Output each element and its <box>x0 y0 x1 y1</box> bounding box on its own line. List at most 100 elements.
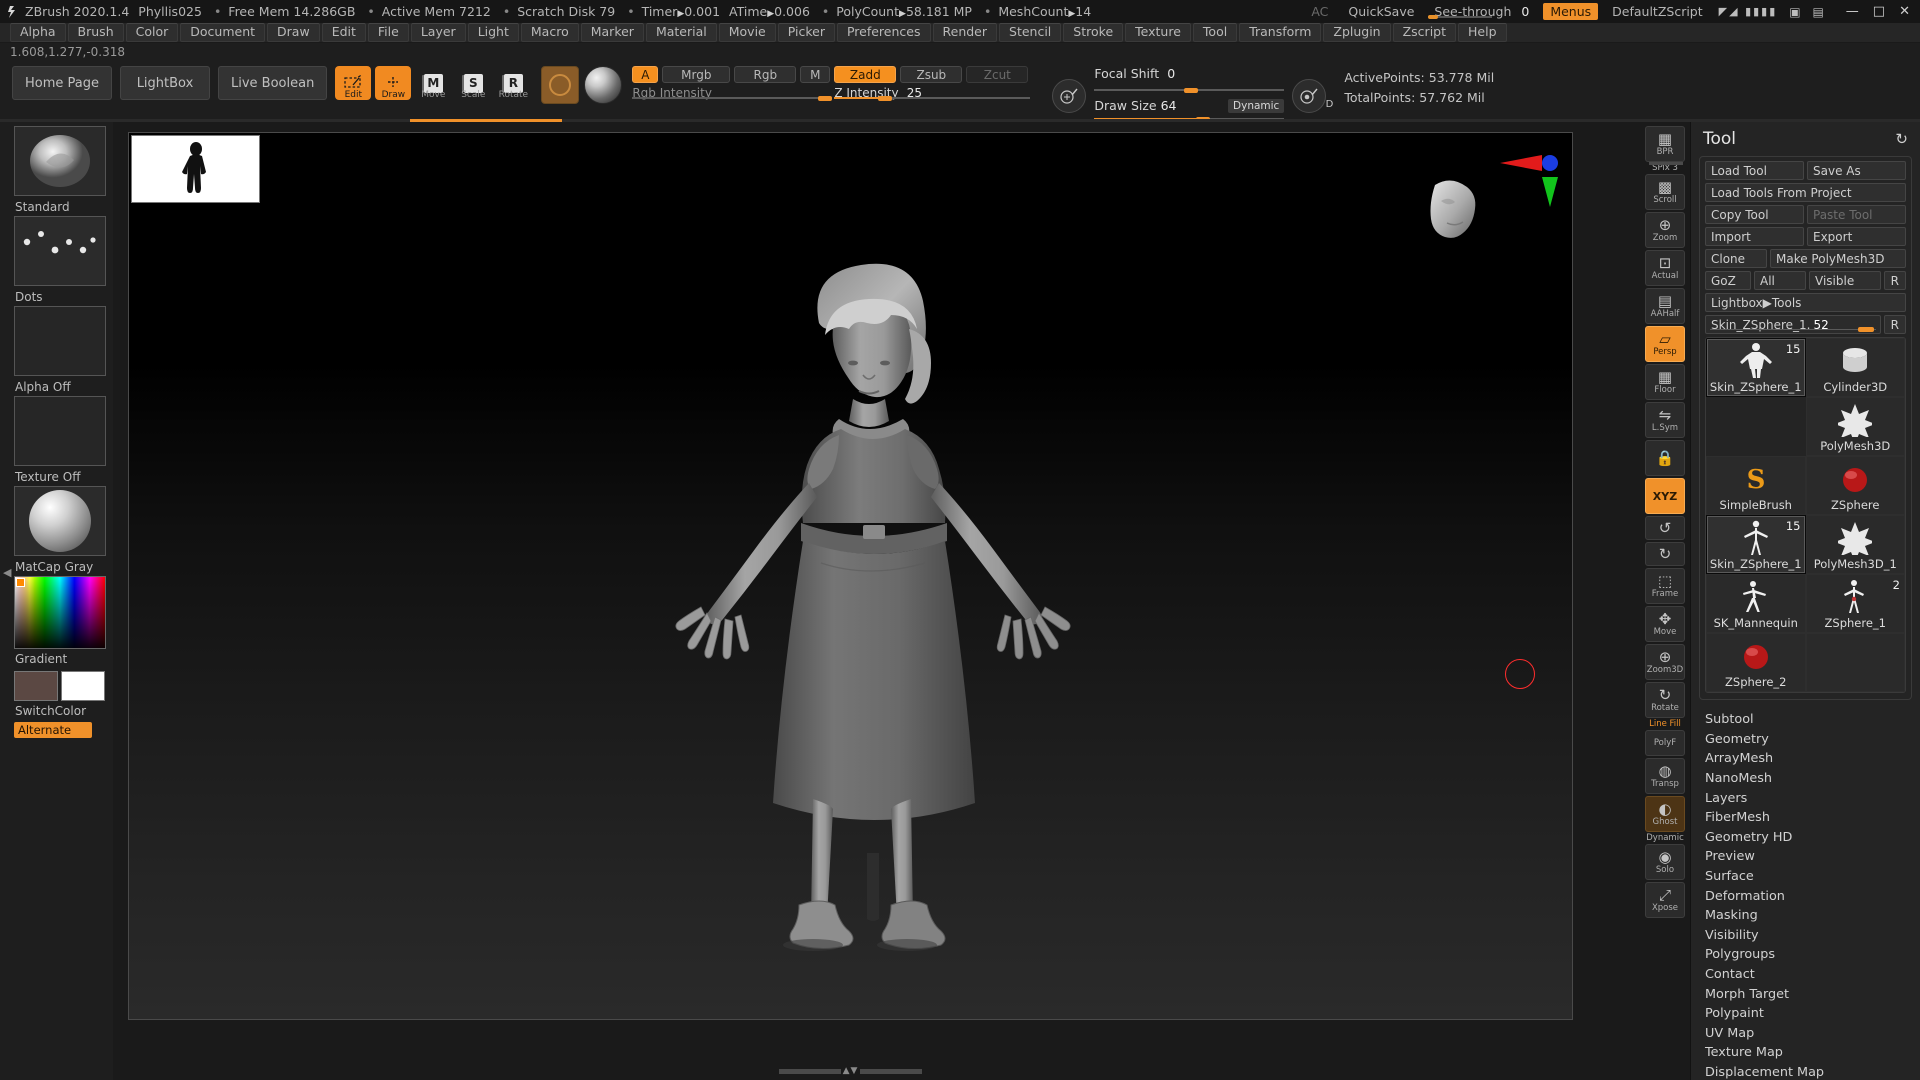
menu-preferences[interactable]: Preferences <box>837 23 931 42</box>
floor-button[interactable]: ▦ Floor <box>1645 364 1685 400</box>
tool-cell-polymesh3d-1[interactable]: PolyMesh3D_1 <box>1806 515 1906 574</box>
actual-button[interactable]: ⊡ Actual <box>1645 250 1685 286</box>
subpalette-visibility[interactable]: Visibility <box>1705 926 1920 946</box>
subpalette-geometry-hd[interactable]: Geometry HD <box>1705 828 1920 848</box>
save-as-button[interactable]: Save As <box>1807 161 1906 180</box>
scrollbar-right-segment[interactable] <box>860 1069 922 1074</box>
menu-light[interactable]: Light <box>468 23 519 42</box>
brush-selector[interactable] <box>14 126 106 196</box>
subpalette-polypaint[interactable]: Polypaint <box>1705 1004 1920 1024</box>
viewport-canvas[interactable] <box>128 132 1573 1020</box>
tool-cell-zsphere[interactable]: ZSphere <box>1806 456 1906 515</box>
persp-button[interactable]: ▱ Persp <box>1645 326 1685 362</box>
goz-button[interactable]: GoZ <box>1705 271 1751 290</box>
subpalette-masking[interactable]: Masking <box>1705 906 1920 926</box>
color-picker[interactable] <box>14 576 106 649</box>
menu-zscript[interactable]: Zscript <box>1393 23 1456 42</box>
mode-zsub-button[interactable]: Zsub <box>900 66 962 83</box>
mode-zadd-button[interactable]: Zadd <box>834 66 896 83</box>
close-button[interactable]: ✕ <box>1899 4 1910 19</box>
mode-mrgb-button[interactable]: Mrgb <box>662 66 730 83</box>
alpha-selector[interactable] <box>14 306 106 376</box>
tool-cell-skin-zsphere-1-b[interactable]: 15 Skin_ZSphere_1 <box>1706 515 1806 574</box>
current-brush-thumbnail[interactable] <box>541 66 579 104</box>
tool-cell-zsphere-1[interactable]: 2 ZSphere_1 <box>1806 574 1906 633</box>
all-button[interactable]: All <box>1754 271 1806 290</box>
menu-texture[interactable]: Texture <box>1125 23 1191 42</box>
menu-layer[interactable]: Layer <box>411 23 466 42</box>
menu-material[interactable]: Material <box>646 23 717 42</box>
subpalette-subtool[interactable]: Subtool <box>1705 710 1920 730</box>
menu-alpha[interactable]: Alpha <box>10 23 66 42</box>
tool-panel-reset-icon[interactable]: ↻ <box>1895 130 1908 148</box>
tool-cell-zsphere-2[interactable]: ZSphere_2 <box>1706 633 1806 692</box>
maximize-button[interactable]: □ <box>1873 4 1885 19</box>
default-zscript-label[interactable]: DefaultZScript <box>1602 4 1713 19</box>
scale-mode-button[interactable]: S Scale <box>455 66 491 100</box>
menu-marker[interactable]: Marker <box>581 23 644 42</box>
see-through-slider[interactable]: See-through 0 <box>1424 4 1539 19</box>
scroll-button[interactable]: ▩ Scroll <box>1645 174 1685 210</box>
subpalette-layers[interactable]: Layers <box>1705 788 1920 808</box>
export-button[interactable]: Export <box>1807 227 1906 246</box>
canvas-bottom-scrollbar[interactable]: ▲▼ <box>128 1064 1573 1078</box>
menu-render[interactable]: Render <box>933 23 998 42</box>
stroke-selector[interactable] <box>14 216 106 286</box>
home-page-button[interactable]: Home Page <box>12 66 112 100</box>
scrollbar-left-segment[interactable] <box>779 1069 841 1074</box>
tool-item-slider[interactable]: Skin_ZSphere_1. 52 <box>1705 315 1881 334</box>
import-button[interactable]: Import <box>1705 227 1804 246</box>
draw-size-slider[interactable]: Draw Size 64 Dynamic <box>1094 98 1284 113</box>
tool-cell-sk-mannequin[interactable]: SK_Mannequin <box>1706 574 1806 633</box>
menu-transform[interactable]: Transform <box>1239 23 1321 42</box>
rotate3d-button[interactable]: ↻ Rotate <box>1645 682 1685 718</box>
tool-cell-cylinder3d[interactable]: Cylinder3D <box>1806 338 1906 397</box>
polyframe-button[interactable]: PolyF <box>1645 730 1685 756</box>
load-tools-from-project-button[interactable]: Load Tools From Project <box>1705 183 1906 202</box>
menu-macro[interactable]: Macro <box>521 23 579 42</box>
dynamic-toggle[interactable]: Dynamic <box>1228 99 1284 113</box>
tool-cell-polymesh3d[interactable]: PolyMesh3D <box>1806 397 1906 456</box>
quicksave-button[interactable]: QuickSave <box>1338 4 1424 19</box>
zoom-button[interactable]: ⊕ Zoom <box>1645 212 1685 248</box>
subpalette-nanomesh[interactable]: NanoMesh <box>1705 769 1920 789</box>
subpalette-deformation[interactable]: Deformation <box>1705 886 1920 906</box>
move-view-button[interactable]: ✥ Move <box>1645 606 1685 642</box>
frame-button[interactable]: ⬚ Frame <box>1645 568 1685 604</box>
tool-cell-simplebrush[interactable]: S SimpleBrush <box>1706 456 1806 515</box>
subpalette-contact[interactable]: Contact <box>1705 965 1920 985</box>
subpalette-fibermesh[interactable]: FiberMesh <box>1705 808 1920 828</box>
rotate-ccw-button[interactable]: ↺ <box>1645 516 1685 540</box>
menu-draw[interactable]: Draw <box>267 23 320 42</box>
move-mode-button[interactable]: M Move <box>415 66 451 100</box>
transparency-button[interactable]: ◍ Transp <box>1645 758 1685 794</box>
lightbox-tools-button[interactable]: Lightbox▶Tools <box>1705 293 1906 312</box>
paste-tool-button[interactable]: Paste Tool <box>1807 205 1906 224</box>
visible-button[interactable]: Visible <box>1809 271 1881 290</box>
lightbox-button[interactable]: LightBox <box>120 66 210 100</box>
menu-edit[interactable]: Edit <box>322 23 366 42</box>
rgb-intensity-slider[interactable]: Rgb Intensity <box>632 86 828 101</box>
subpalette-geometry[interactable]: Geometry <box>1705 730 1920 750</box>
mode-rgb-button[interactable]: Rgb <box>734 66 796 83</box>
subpalette-surface[interactable]: Surface <box>1705 867 1920 887</box>
edit-mode-button[interactable]: Edit <box>335 66 371 100</box>
load-tool-button[interactable]: Load Tool <box>1705 161 1804 180</box>
solo-button[interactable]: ◉ Solo <box>1645 844 1685 880</box>
rotate-mode-button[interactable]: R Rotate <box>495 66 531 100</box>
menu-brush[interactable]: Brush <box>68 23 124 42</box>
mode-zcut-button[interactable]: Zcut <box>966 66 1028 83</box>
menu-stencil[interactable]: Stencil <box>999 23 1061 42</box>
make-polymesh3d-button[interactable]: Make PolyMesh3D <box>1770 249 1906 268</box>
zscript-nav-icons[interactable]: ◤◢ ▮▮▮▮ <box>1713 5 1784 18</box>
scrollbar-arrows-icon[interactable]: ▲▼ <box>843 1066 859 1076</box>
window-panel-icons[interactable]: ▣ ▤ <box>1783 5 1834 19</box>
menu-tool[interactable]: Tool <box>1193 23 1237 42</box>
menus-button[interactable]: Menus <box>1543 3 1598 20</box>
focal-shift-icon-button[interactable]: S <box>1052 79 1086 113</box>
menu-stroke[interactable]: Stroke <box>1063 23 1123 42</box>
mode-a-button[interactable]: A <box>632 66 658 83</box>
copy-tool-button[interactable]: Copy Tool <box>1705 205 1804 224</box>
lock-button[interactable]: 🔒 <box>1645 440 1685 476</box>
alternate-button[interactable]: Alternate <box>14 722 92 738</box>
